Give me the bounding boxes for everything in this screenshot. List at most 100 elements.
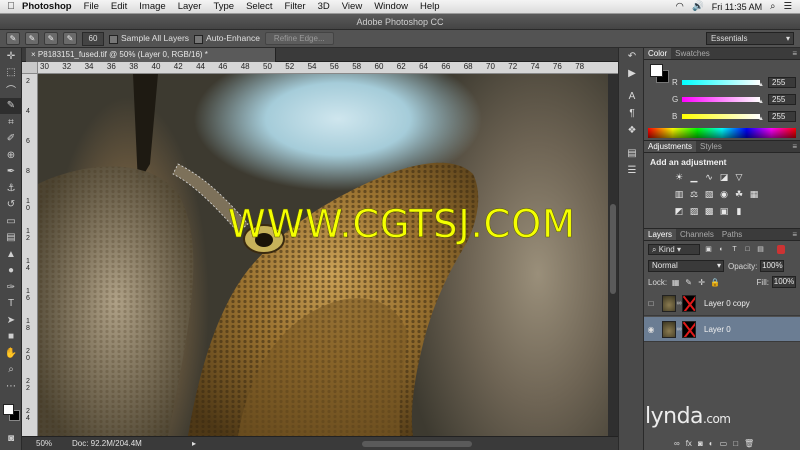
brightness-contrast-icon[interactable]: ☀	[674, 172, 684, 182]
eraser-tool-icon[interactable]: ▭	[0, 213, 22, 230]
vertical-ruler[interactable]: 2 4 6 8 1 0 1 2 1 4 1 6 1 8 2 0 2 2 2 4	[22, 74, 38, 436]
curves-icon[interactable]: ∿	[704, 172, 714, 182]
photo-filter-icon[interactable]: ◉	[719, 189, 729, 199]
layer-thumbnail[interactable]	[662, 294, 676, 312]
new-adjustment-layer-icon[interactable]: ◐	[709, 439, 714, 448]
add-to-selection-brush-icon[interactable]: ✎	[44, 32, 58, 45]
layer-mask-thumbnail[interactable]	[682, 320, 696, 338]
clock[interactable]: Fri 11:35 AM	[712, 2, 762, 12]
menu-view[interactable]: View	[342, 1, 362, 12]
black-white-icon[interactable]: ▧	[704, 189, 714, 199]
menu-window[interactable]: Window	[374, 1, 408, 12]
wifi-icon[interactable]: ◠	[676, 1, 684, 12]
exposure-icon[interactable]: ◪	[719, 172, 729, 182]
threshold-icon[interactable]: ▩	[704, 206, 714, 216]
healing-brush-tool-icon[interactable]: ⊕	[0, 147, 22, 164]
quick-selection-tool-icon[interactable]: ✎	[0, 97, 22, 114]
color-lookup-icon[interactable]: ▦	[749, 189, 759, 199]
color-balance-icon[interactable]: ⚖	[689, 189, 699, 199]
lock-position-icon[interactable]: ✛	[697, 278, 706, 287]
edit-toolbar-icon[interactable]: ⋯	[0, 378, 22, 395]
dodge-tool-icon[interactable]: ●	[0, 263, 22, 280]
horizontal-ruler[interactable]: 30 32 34 36 38 40 42 44 46 48 50 52 54 56 58 60 62 64 66 68…	[38, 62, 618, 74]
foreground-color-swatch[interactable]	[3, 404, 14, 415]
image-canvas[interactable]: WWW.CGTSJ.COM	[38, 74, 608, 436]
link-layers-icon[interactable]: ∞	[674, 439, 680, 448]
vertical-scroll-thumb[interactable]	[610, 204, 616, 294]
quick-selection-tool-preset[interactable]: ✎	[6, 32, 20, 45]
lock-image-icon[interactable]: ✎	[684, 278, 693, 287]
brush-tool-icon[interactable]: ✒	[0, 164, 22, 181]
menu-filter[interactable]: Filter	[284, 1, 305, 12]
tab-paths[interactable]: Paths	[718, 229, 746, 240]
apple-icon[interactable]: 	[0, 1, 22, 12]
lasso-tool-icon[interactable]: ⌒	[0, 81, 22, 98]
new-layer-icon[interactable]: □	[733, 439, 738, 448]
panel-menu-icon[interactable]: ≡	[792, 48, 800, 59]
foreground-background-colors[interactable]	[3, 404, 21, 422]
layer-thumbnail[interactable]	[662, 320, 676, 338]
type-tool-icon[interactable]: T	[0, 296, 22, 313]
panel-menu-icon[interactable]: ≡	[792, 229, 800, 240]
tab-color[interactable]: Color	[644, 48, 672, 59]
layer-row-layer-0-copy[interactable]: □ ∞ Layer 0 copy	[644, 291, 800, 316]
rectangle-tool-icon[interactable]: ■	[0, 329, 22, 346]
channel-b-slider[interactable]	[682, 113, 764, 122]
auto-enhance-checkbox[interactable]: Auto-Enhance	[194, 33, 260, 44]
invert-icon[interactable]: ◩	[674, 206, 684, 216]
channel-g-slider[interactable]	[682, 96, 764, 105]
filter-shape-icon[interactable]: □	[743, 245, 752, 254]
ruler-origin[interactable]	[22, 62, 38, 74]
tab-adjustments[interactable]: Adjustments	[644, 141, 697, 152]
character-panel-icon[interactable]: A	[619, 88, 645, 105]
opacity-value[interactable]: 100%	[760, 260, 785, 272]
layer-row-layer-0[interactable]: ◉ ∞ Layer 0	[644, 317, 800, 342]
selective-color-icon[interactable]: ▣	[719, 206, 729, 216]
eyedropper-tool-icon[interactable]: ✐	[0, 131, 22, 148]
blend-mode-select[interactable]: Normal	[648, 260, 724, 272]
zoom-tool-icon[interactable]: ⌕	[0, 362, 22, 379]
color-panel-foreground-swatch[interactable]	[650, 64, 663, 77]
gradient-tool-icon[interactable]: ▤	[0, 230, 22, 247]
lock-transparent-icon[interactable]: ▦	[671, 278, 680, 287]
properties-panel-icon[interactable]: ▤	[619, 145, 645, 162]
hand-tool-icon[interactable]: ✋	[0, 345, 22, 362]
notification-center-icon[interactable]: ☰	[783, 1, 792, 12]
filter-pixel-icon[interactable]: ▣	[704, 245, 713, 254]
vertical-scrollbar[interactable]	[608, 74, 618, 436]
menu-help[interactable]: Help	[420, 1, 440, 12]
zoom-level[interactable]: 50%	[22, 439, 72, 448]
sample-all-layers-checkbox[interactable]: Sample All Layers	[109, 33, 189, 44]
levels-icon[interactable]: ▁	[689, 172, 699, 182]
posterize-icon[interactable]: ▨	[689, 206, 699, 216]
quick-mask-icon[interactable]: ◙	[0, 430, 22, 447]
layer-style-icon[interactable]: fx	[686, 439, 692, 448]
menu-3d[interactable]: 3D	[318, 1, 330, 12]
path-selection-tool-icon[interactable]: ➤	[0, 312, 22, 329]
tab-styles[interactable]: Styles	[696, 141, 726, 152]
brush-panel-icon[interactable]: ❖	[619, 122, 645, 139]
menu-type[interactable]: Type	[213, 1, 234, 12]
layer-mask-thumbnail[interactable]	[682, 294, 696, 312]
move-tool-icon[interactable]: ✛	[0, 48, 22, 65]
menu-edit[interactable]: Edit	[111, 1, 127, 12]
clone-stamp-tool-icon[interactable]: ⚓	[0, 180, 22, 197]
crop-tool-icon[interactable]: ⌗	[0, 114, 22, 131]
layer-name[interactable]: Layer 0 copy	[704, 299, 750, 308]
actions-panel-icon[interactable]: ▶	[619, 65, 645, 82]
add-mask-icon[interactable]: ◙	[698, 439, 703, 448]
app-menu[interactable]: Photoshop	[22, 1, 72, 12]
paragraph-panel-icon[interactable]: ¶	[619, 105, 645, 122]
status-menu-arrow-icon[interactable]: ▸	[192, 439, 196, 448]
refine-edge-button[interactable]: Refine Edge...	[264, 32, 334, 45]
pen-tool-icon[interactable]: ✑	[0, 279, 22, 296]
eye-icon[interactable]: ◉	[644, 325, 658, 334]
blur-tool-icon[interactable]: ▲	[0, 246, 22, 263]
gradient-map-icon[interactable]: ▮	[734, 206, 744, 216]
tab-swatches[interactable]: Swatches	[671, 48, 714, 59]
workspace-switcher[interactable]: Essentials	[706, 32, 794, 45]
channel-r-slider[interactable]	[682, 79, 764, 88]
volume-icon[interactable]: 🔊	[692, 1, 704, 12]
channel-r-value[interactable]: 255	[768, 76, 796, 88]
channel-g-value[interactable]: 255	[768, 93, 796, 105]
